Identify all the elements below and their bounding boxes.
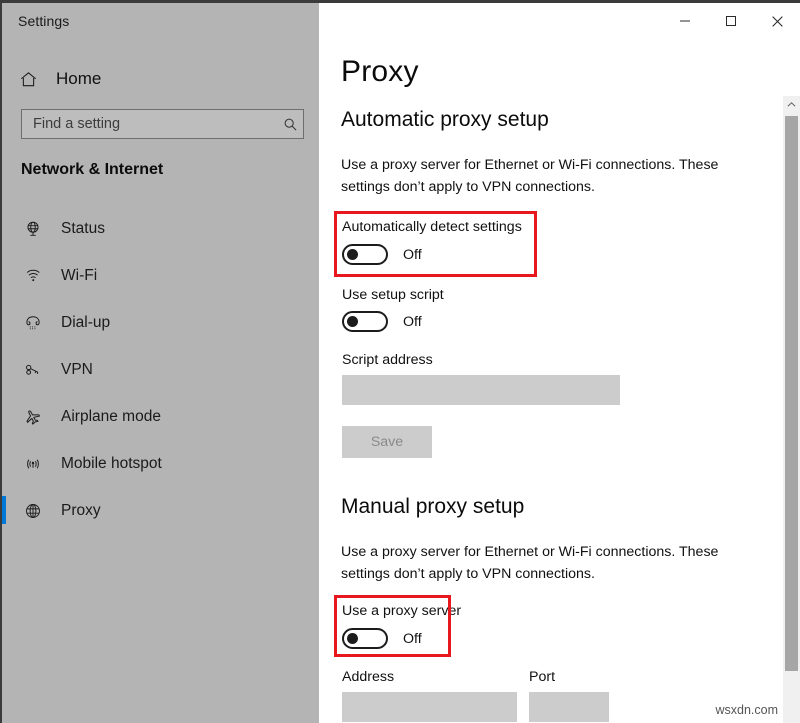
use-proxy-server-state: Off bbox=[403, 630, 422, 647]
sidebar: Settings Home Find a setting Network & I… bbox=[2, 3, 319, 723]
toggle-switch[interactable] bbox=[342, 628, 388, 649]
port-input[interactable] bbox=[529, 692, 609, 722]
toggle-knob bbox=[347, 316, 358, 327]
sidebar-item-wifi-label: Wi-Fi bbox=[61, 266, 98, 284]
sidebar-item-vpn-label: VPN bbox=[61, 360, 93, 378]
selection-indicator bbox=[2, 214, 6, 242]
search-input[interactable]: Find a setting bbox=[21, 109, 304, 139]
sidebar-item-mobile-hotspot[interactable]: Mobile hotspot bbox=[2, 440, 319, 487]
sidebar-item-mobile-hotspot-label: Mobile hotspot bbox=[61, 454, 162, 472]
selection-indicator bbox=[2, 261, 6, 289]
selection-indicator bbox=[2, 355, 6, 383]
sidebar-item-status-label: Status bbox=[61, 219, 105, 237]
key-icon bbox=[19, 361, 47, 379]
save-button[interactable]: Save bbox=[342, 426, 432, 458]
use-setup-script-state: Off bbox=[403, 313, 422, 330]
selection-indicator bbox=[2, 308, 6, 336]
sidebar-item-proxy-label: Proxy bbox=[61, 501, 101, 519]
sidebar-item-vpn[interactable]: VPN bbox=[2, 346, 319, 393]
use-setup-script-label: Use setup script bbox=[342, 287, 444, 303]
selection-indicator bbox=[2, 449, 6, 477]
sidebar-item-airplane-mode-label: Airplane mode bbox=[61, 407, 161, 425]
chevron-up-icon[interactable] bbox=[783, 96, 800, 113]
script-address-label: Script address bbox=[342, 352, 433, 368]
sidebar-nav-list: Status Wi-Fi Dial-up VPN Airplane mode M… bbox=[2, 205, 319, 534]
main-content: Proxy Automatic proxy setup Use a proxy … bbox=[319, 3, 800, 723]
app-title: Settings bbox=[18, 13, 70, 29]
sidebar-item-dialup[interactable]: Dial-up bbox=[2, 299, 319, 346]
manual-proxy-setup-heading: Manual proxy setup bbox=[341, 495, 525, 518]
script-address-field[interactable] bbox=[342, 375, 620, 405]
sidebar-item-airplane-mode[interactable]: Airplane mode bbox=[2, 393, 319, 440]
sidebar-item-proxy[interactable]: Proxy bbox=[2, 487, 319, 534]
auto-detect-settings-toggle[interactable]: Off bbox=[342, 244, 422, 265]
sidebar-category-title: Network & Internet bbox=[21, 161, 164, 178]
sidebar-item-status[interactable]: Status bbox=[2, 205, 319, 252]
address-input[interactable] bbox=[342, 692, 517, 722]
broadcast-tower-icon bbox=[19, 455, 47, 473]
sidebar-item-home[interactable]: Home bbox=[14, 63, 304, 95]
settings-window: Settings Home Find a setting Network & I… bbox=[0, 0, 800, 723]
use-proxy-server-toggle[interactable]: Off bbox=[342, 628, 422, 649]
page-title: Proxy bbox=[341, 55, 419, 88]
automatic-proxy-setup-description: Use a proxy server for Ethernet or Wi-Fi… bbox=[341, 157, 719, 195]
use-setup-script-toggle[interactable]: Off bbox=[342, 311, 422, 332]
minimize-button[interactable] bbox=[662, 5, 708, 37]
watermark: wsxdn.com bbox=[715, 703, 778, 717]
selection-indicator bbox=[2, 496, 6, 524]
toggle-switch[interactable] bbox=[342, 311, 388, 332]
script-address-input[interactable] bbox=[342, 375, 620, 405]
vertical-scrollbar[interactable] bbox=[783, 96, 800, 723]
selection-indicator bbox=[2, 402, 6, 430]
airplane-icon bbox=[19, 408, 47, 426]
maximize-button[interactable] bbox=[708, 5, 754, 37]
toggle-knob bbox=[347, 249, 358, 260]
close-button[interactable] bbox=[754, 5, 800, 37]
search-placeholder: Find a setting bbox=[33, 116, 121, 132]
address-label: Address bbox=[342, 669, 395, 685]
scrollbar-thumb[interactable] bbox=[785, 116, 798, 671]
window-titlebar bbox=[319, 3, 800, 39]
sidebar-item-wifi[interactable]: Wi-Fi bbox=[2, 252, 319, 299]
automatic-proxy-setup-heading: Automatic proxy setup bbox=[341, 108, 549, 131]
toggle-switch[interactable] bbox=[342, 244, 388, 265]
auto-detect-settings-label: Automatically detect settings bbox=[342, 219, 522, 235]
auto-detect-settings-state: Off bbox=[403, 246, 422, 263]
port-field[interactable] bbox=[529, 692, 609, 722]
address-field[interactable] bbox=[342, 692, 517, 722]
search-icon[interactable] bbox=[277, 117, 303, 132]
sidebar-item-home-label: Home bbox=[56, 69, 102, 88]
telephone-icon bbox=[19, 314, 47, 332]
use-proxy-server-label: Use a proxy server bbox=[342, 603, 462, 619]
globe-icon bbox=[19, 502, 47, 520]
manual-proxy-setup-description: Use a proxy server for Ethernet or Wi-Fi… bbox=[341, 544, 719, 582]
globe-stand-icon bbox=[19, 220, 47, 238]
home-icon bbox=[14, 70, 42, 89]
wifi-icon bbox=[19, 267, 47, 285]
port-label: Port bbox=[529, 669, 556, 685]
sidebar-item-dialup-label: Dial-up bbox=[61, 313, 111, 331]
toggle-knob bbox=[347, 633, 358, 644]
